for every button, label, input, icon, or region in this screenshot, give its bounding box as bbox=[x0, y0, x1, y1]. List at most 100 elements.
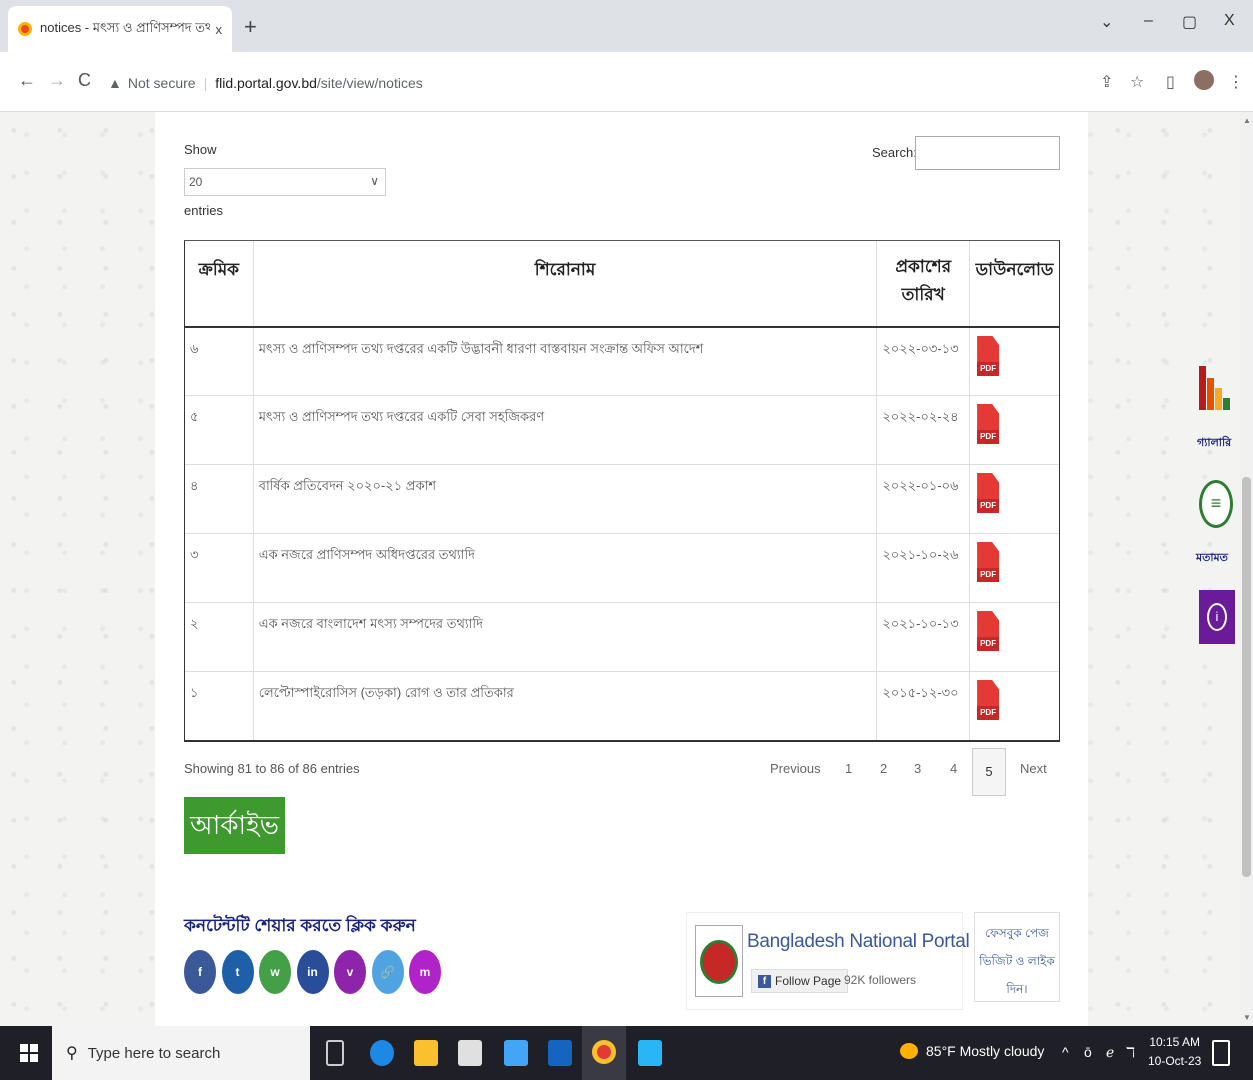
pdf-download-icon[interactable]: PDF bbox=[977, 473, 1000, 517]
url-path: /site/view/notices bbox=[316, 75, 423, 91]
column-header-date[interactable]: প্রকাশের তারিখ bbox=[876, 240, 970, 328]
battery-icon[interactable]: ℯ bbox=[1106, 1044, 1114, 1061]
facebook-visit-message: ফেসবুক পেজ ভিজিট ও লাইক দিন। bbox=[974, 912, 1060, 1002]
share-linkedin-icon[interactable]: in bbox=[296, 950, 329, 994]
share-messenger-icon[interactable]: m bbox=[409, 950, 441, 994]
table-row: ৩ এক নজরে প্রাণিসম্পদ অধিদপ্তরের তথ্যাদি ২… bbox=[184, 533, 1060, 603]
back-arrow-icon[interactable]: ← bbox=[18, 70, 36, 91]
tray-chevron-icon[interactable]: ^ bbox=[1062, 1044, 1069, 1060]
row-date: ২০২১-১০-১৩ bbox=[876, 602, 970, 672]
accessibility-icon: i bbox=[1207, 602, 1227, 631]
row-serial: ৫ bbox=[184, 395, 254, 465]
windows-start-icon[interactable] bbox=[20, 1044, 38, 1062]
forward-arrow-icon[interactable]: → bbox=[48, 70, 66, 91]
address-bar-row: ← → C ▲ Not secure | flid.portal.gov.bd … bbox=[0, 52, 1253, 112]
task-view-icon[interactable] bbox=[326, 1040, 344, 1066]
url-field[interactable]: ▲ Not secure | flid.portal.gov.bd /site/… bbox=[108, 66, 1088, 100]
security-label: Not secure bbox=[127, 75, 196, 91]
pagination-next[interactable]: Next bbox=[1020, 761, 1047, 776]
volume-icon[interactable]: ℸ bbox=[1126, 1044, 1135, 1061]
warning-triangle-icon[interactable]: ▲ bbox=[108, 75, 122, 91]
gallery-label[interactable]: গ্যালারি bbox=[1197, 434, 1231, 453]
taskbar-search-box[interactable]: ⚲ Type here to search bbox=[52, 1026, 310, 1080]
pdf-download-icon[interactable]: PDF bbox=[977, 335, 1000, 380]
accessibility-button[interactable]: i bbox=[1199, 590, 1235, 644]
facebook-page-name[interactable]: Bangladesh National Portal bbox=[747, 931, 970, 953]
pagination-page-1[interactable]: 1 bbox=[845, 761, 852, 776]
notices-table: ক্রমিক শিরোনাম প্রকাশের তারিখ ডাউনলোড ৬ম… bbox=[184, 240, 1060, 742]
pagination-page-4[interactable]: 4 bbox=[950, 761, 957, 776]
pagination-previous[interactable]: Previous bbox=[770, 761, 821, 776]
facebook-message-line: দিন। bbox=[1006, 982, 1028, 996]
row-serial: ৩ bbox=[184, 533, 254, 603]
row-serial: ৬ bbox=[184, 326, 254, 396]
store-icon[interactable] bbox=[458, 1040, 482, 1066]
row-download: PDF bbox=[969, 395, 1060, 465]
row-download: PDF bbox=[969, 326, 1060, 396]
feedback-label[interactable]: মতামত bbox=[1196, 549, 1228, 568]
tab-title: notices - মৎস্য ও প্রাণিসম্পদ তথ্য bbox=[40, 19, 210, 35]
row-date: ২০১৫-১২-৩০ bbox=[876, 671, 970, 742]
close-window-button[interactable]: X bbox=[1224, 12, 1235, 30]
share-facebook-icon[interactable]: f bbox=[184, 950, 216, 994]
chrome-taskbar-button[interactable] bbox=[582, 1026, 626, 1080]
bookmark-star-icon[interactable]: ☆ bbox=[1130, 72, 1144, 92]
column-header-download[interactable]: ডাউনলোড bbox=[969, 240, 1060, 328]
pdf-download-icon[interactable]: PDF bbox=[977, 404, 1000, 448]
edge-browser-icon[interactable] bbox=[370, 1040, 394, 1066]
follow-page-label: Follow Page bbox=[775, 974, 842, 988]
table-row: ১ লেপ্টোস্পাইরোসিস (তড়কা) রোগ ও তার প্রত… bbox=[184, 671, 1060, 742]
word-icon[interactable] bbox=[548, 1040, 572, 1066]
weather-widget[interactable]: 85°F Mostly cloudy bbox=[900, 1043, 1044, 1059]
file-explorer-icon[interactable] bbox=[414, 1040, 438, 1066]
share-whatsapp-icon[interactable]: w bbox=[259, 950, 291, 994]
share-title: কনটেন্টটি শেয়ার করতে ক্লিক করুন bbox=[184, 916, 416, 935]
page-scrollbar[interactable]: ▲ ▼ bbox=[1240, 112, 1253, 1026]
share-icon[interactable]: ⇪ bbox=[1100, 72, 1113, 92]
row-title: মৎস্য ও প্রাণিসম্পদ তথ্য দপ্তরের একটি সে… bbox=[252, 395, 877, 465]
page-size-select[interactable]: 20 ∨ bbox=[184, 168, 386, 196]
archive-button[interactable]: আর্কাইভ bbox=[184, 797, 285, 854]
profile-avatar[interactable] bbox=[1194, 70, 1214, 90]
government-seal-icon bbox=[695, 925, 743, 997]
notification-icon[interactable] bbox=[1212, 1040, 1230, 1066]
browser-tab[interactable]: notices - মৎস্য ও প্রাণিসম্পদ তথ্য x bbox=[8, 6, 232, 52]
pdf-download-icon[interactable]: PDF bbox=[977, 611, 1000, 655]
share-twitter-icon[interactable]: t bbox=[221, 950, 254, 994]
pagination-page-2[interactable]: 2 bbox=[880, 761, 887, 776]
network-icon[interactable]: ō bbox=[1084, 1044, 1092, 1060]
share-viber-icon[interactable]: v bbox=[334, 950, 366, 994]
side-panel-icon[interactable]: ▯ bbox=[1166, 72, 1175, 92]
pagination-page-current[interactable]: 5 bbox=[972, 748, 1006, 796]
browser-menu-icon[interactable]: ⋮ bbox=[1228, 72, 1244, 92]
scroll-down-icon[interactable]: ▼ bbox=[1243, 1013, 1251, 1022]
scrollbar-thumb[interactable] bbox=[1242, 477, 1251, 877]
column-header-title[interactable]: শিরোনাম bbox=[252, 240, 877, 328]
maximize-button[interactable]: ▢ bbox=[1182, 12, 1197, 32]
scroll-up-icon[interactable]: ▲ bbox=[1243, 116, 1251, 125]
pdf-download-icon[interactable]: PDF bbox=[977, 680, 1000, 724]
gallery-chart-icon[interactable] bbox=[1199, 366, 1235, 410]
column-header-serial[interactable]: ক্রমিক bbox=[184, 240, 254, 328]
facebook-icon: f bbox=[758, 974, 771, 988]
system-clock[interactable]: 10:15 AM 10-Oct-23 bbox=[1148, 1033, 1201, 1071]
search-input[interactable] bbox=[915, 136, 1060, 170]
paint-icon[interactable] bbox=[638, 1040, 662, 1066]
pdf-download-icon[interactable]: PDF bbox=[977, 542, 1000, 586]
follow-page-button[interactable]: f Follow Page bbox=[751, 969, 849, 993]
tab-close-icon[interactable]: x bbox=[216, 22, 223, 37]
facebook-page-card[interactable]: Bangladesh National Portal f Follow Page… bbox=[686, 912, 970, 1010]
row-serial: ২ bbox=[184, 602, 254, 672]
feedback-icon[interactable]: ≡ bbox=[1199, 480, 1233, 528]
share-link-icon[interactable]: 🔗 bbox=[371, 950, 404, 994]
row-date: ২০২২-০১-০৬ bbox=[876, 464, 970, 534]
minimize-button[interactable]: – bbox=[1144, 12, 1153, 30]
new-tab-button[interactable]: + bbox=[244, 14, 257, 40]
mail-icon[interactable] bbox=[504, 1040, 528, 1066]
weather-text: 85°F Mostly cloudy bbox=[926, 1043, 1045, 1059]
pagination-page-3[interactable]: 3 bbox=[914, 761, 921, 776]
row-download: PDF bbox=[969, 671, 1060, 742]
tab-search-icon[interactable]: ⌄ bbox=[1100, 12, 1113, 32]
url-separator: | bbox=[203, 75, 208, 91]
reload-icon[interactable]: C bbox=[78, 70, 91, 91]
